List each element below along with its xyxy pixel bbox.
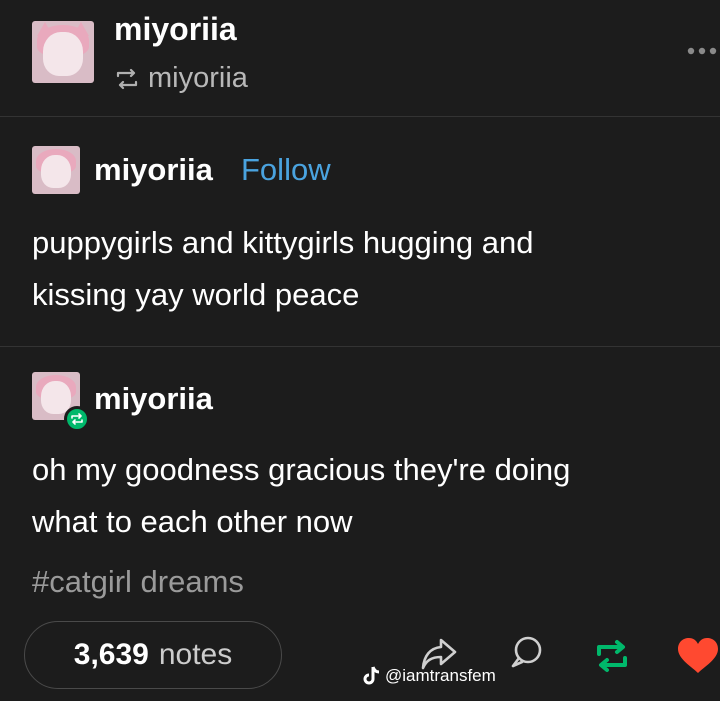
post1-avatar[interactable] <box>32 146 80 194</box>
avatar-face <box>43 32 83 76</box>
avatar-ear-right <box>73 22 90 37</box>
watermark: @iamtransfem <box>362 665 496 687</box>
tiktok-logo-icon <box>363 666 380 685</box>
follow-button[interactable]: Follow <box>241 152 331 188</box>
divider <box>0 116 720 117</box>
notes-button[interactable]: 3,639 notes <box>24 621 282 689</box>
notes-count: 3,639 <box>73 638 149 671</box>
post-tag[interactable]: #catgirl dreams <box>32 564 244 600</box>
post1-text-line2: kissing yay world peace <box>32 277 360 312</box>
post2-text-line1: oh my goodness gracious they're doing <box>32 452 571 487</box>
avatar[interactable] <box>32 21 94 83</box>
reply-icon[interactable] <box>508 634 544 677</box>
post1-text-line1: puppygirls and kittygirls hugging and <box>32 225 534 260</box>
reblog-small-icon <box>116 68 138 89</box>
reblog-from-username: miyoriia <box>148 62 248 94</box>
header-username[interactable]: miyoriia <box>114 11 237 48</box>
reblog-from[interactable]: miyoriia <box>114 62 248 95</box>
watermark-handle: @iamtransfem <box>385 666 496 685</box>
post2-text-line2: what to each other now <box>32 504 353 539</box>
ellipsis-icon[interactable] <box>686 44 718 56</box>
reblog-badge-icon <box>64 406 90 432</box>
notes-label: notes <box>158 638 233 671</box>
divider <box>0 346 720 347</box>
avatar-face <box>40 154 72 189</box>
heart-icon[interactable] <box>676 637 720 680</box>
post1-username[interactable]: miyoriia <box>94 152 213 188</box>
post2-username[interactable]: miyoriia <box>94 381 213 417</box>
reblog-icon[interactable] <box>592 638 632 679</box>
